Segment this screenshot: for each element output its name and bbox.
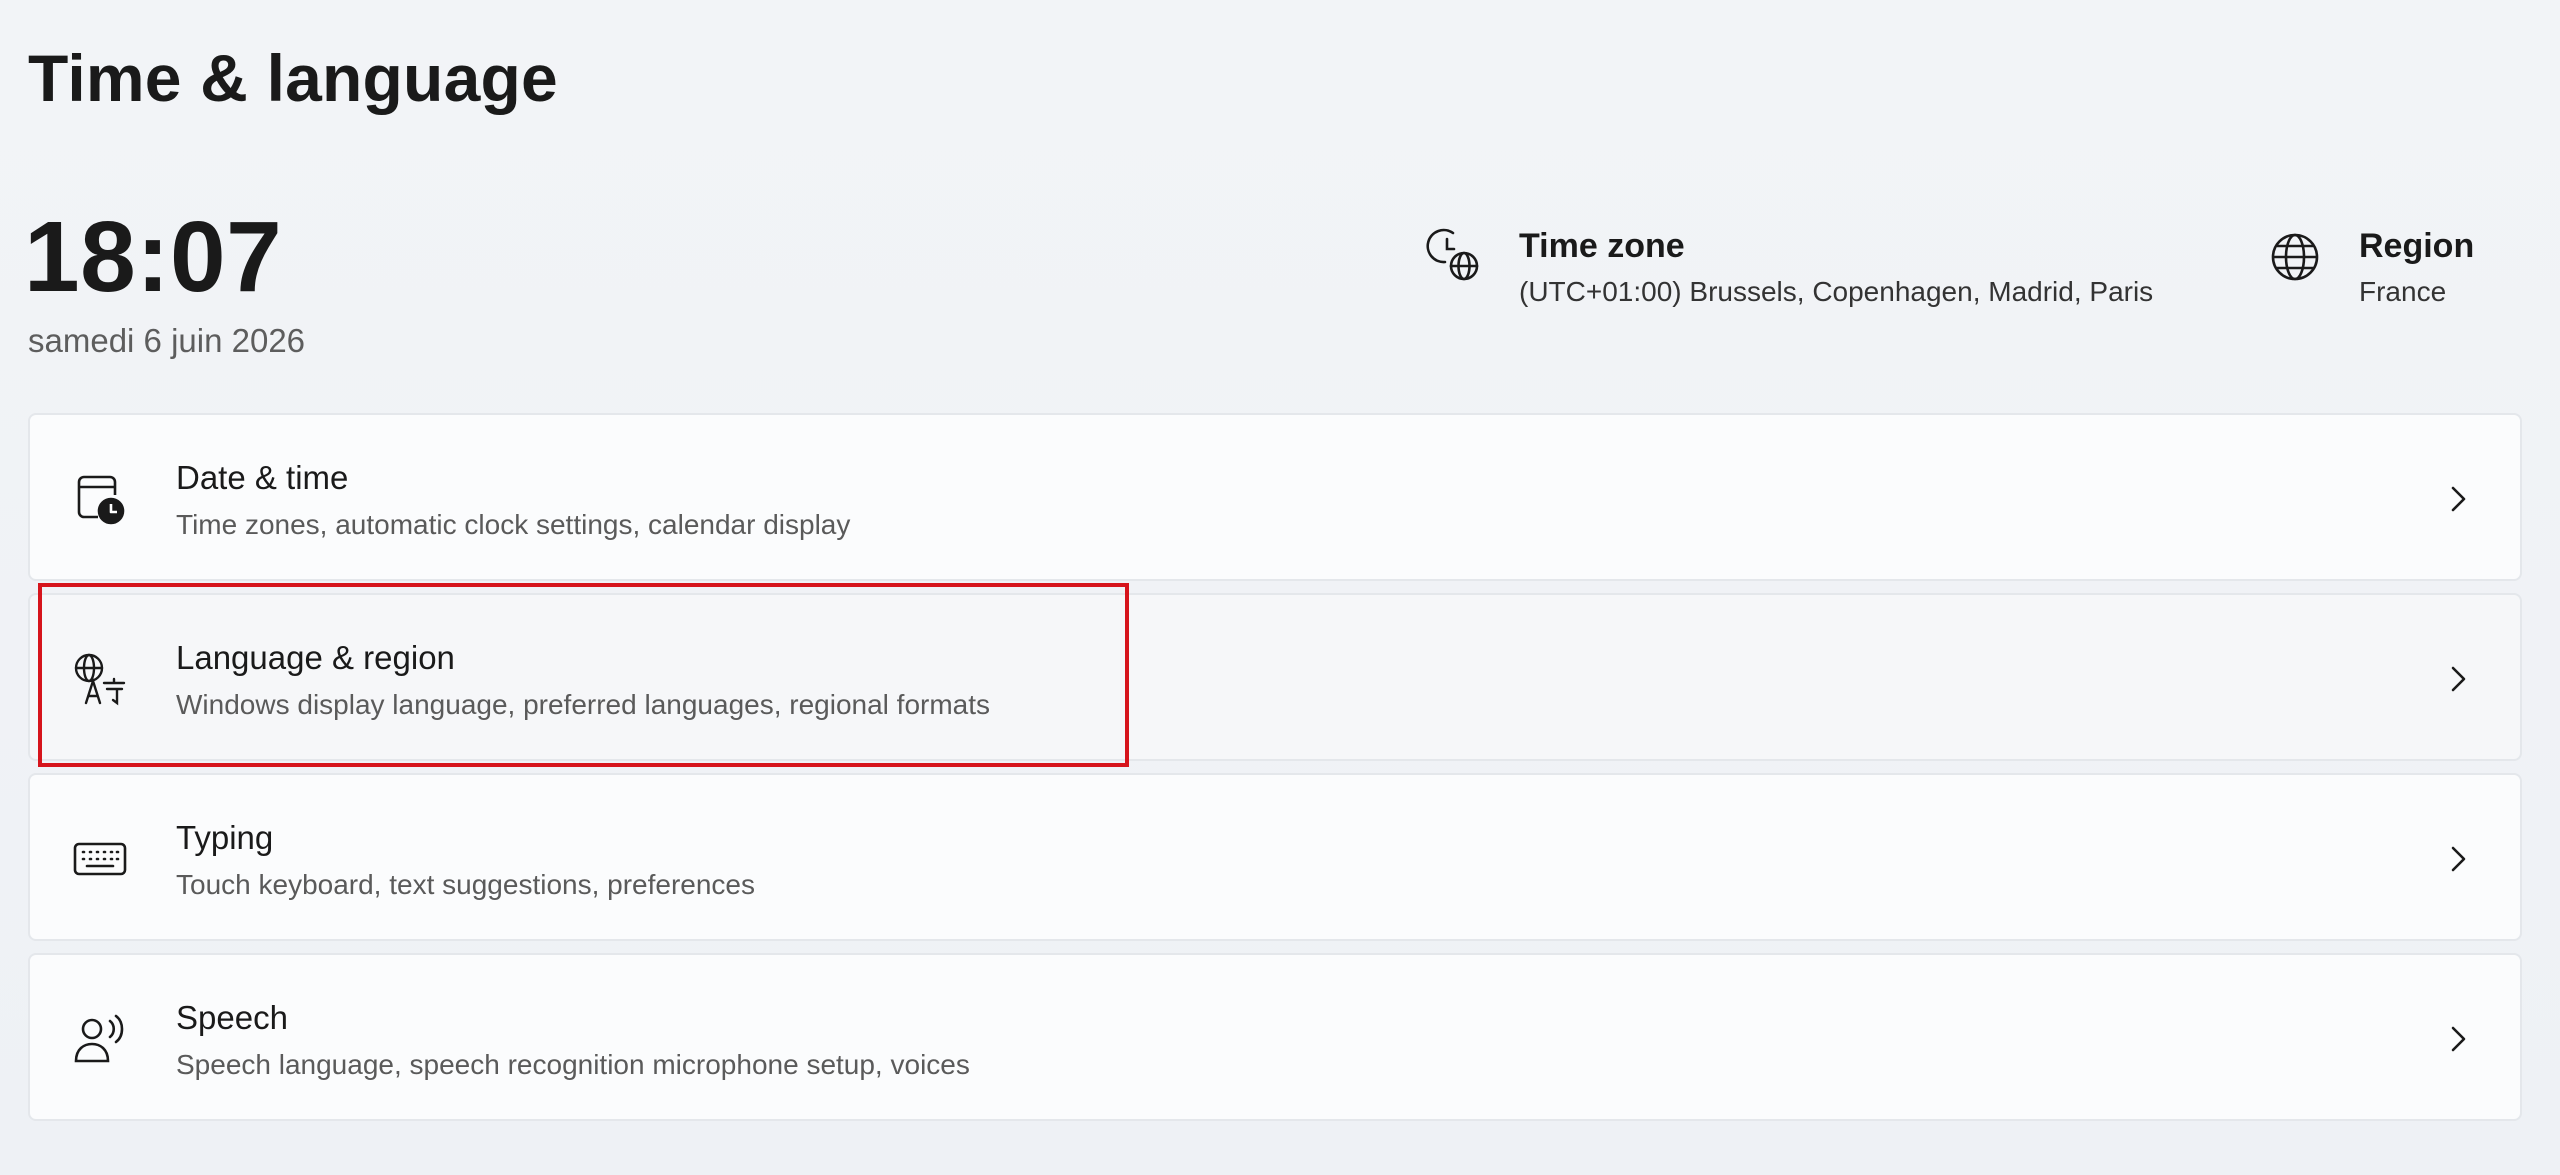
language-region-description: Windows display language, preferred lang… bbox=[176, 689, 991, 720]
keyboard-icon bbox=[73, 842, 127, 876]
region-value: France bbox=[2359, 276, 2447, 307]
page-title: Time & language bbox=[28, 41, 558, 115]
chevron-right-icon bbox=[2451, 846, 2466, 872]
calendar-clock-icon bbox=[77, 475, 125, 525]
settings-list: Date & time Time zones, automatic clock … bbox=[28, 413, 2522, 1133]
clock-time: 18:07 bbox=[24, 201, 283, 313]
language-region-card[interactable]: Language & region Windows display langua… bbox=[28, 593, 2522, 761]
timezone-title: Time zone bbox=[1519, 227, 1685, 265]
typing-description: Touch keyboard, text suggestions, prefer… bbox=[176, 869, 756, 900]
typing-card[interactable]: Typing Touch keyboard, text suggestions,… bbox=[28, 773, 2522, 941]
speech-card[interactable]: Speech Speech language, speech recogniti… bbox=[28, 953, 2522, 1121]
timezone-info: Time zone (UTC+01:00) Brussels, Copenhag… bbox=[1425, 225, 2153, 317]
speech-description: Speech language, speech recognition micr… bbox=[176, 1049, 970, 1080]
language-icon bbox=[74, 653, 126, 706]
speech-icon bbox=[74, 1014, 124, 1063]
region-info: Region France bbox=[2265, 225, 2474, 317]
speech-title: Speech bbox=[176, 999, 288, 1036]
chevron-right-icon bbox=[2451, 486, 2466, 512]
clock-globe-icon bbox=[1426, 228, 1479, 281]
date-time-card[interactable]: Date & time Time zones, automatic clock … bbox=[28, 413, 2522, 581]
date-time-title: Date & time bbox=[176, 459, 349, 496]
language-region-title: Language & region bbox=[176, 639, 455, 676]
timezone-value: (UTC+01:00) Brussels, Copenhagen, Madrid… bbox=[1519, 276, 2154, 307]
typing-title: Typing bbox=[176, 819, 274, 856]
chevron-right-icon bbox=[2451, 666, 2466, 692]
globe-icon bbox=[2271, 233, 2319, 281]
chevron-right-icon bbox=[2451, 1026, 2466, 1052]
date-time-description: Time zones, automatic clock settings, ca… bbox=[176, 509, 851, 540]
clock-date: samedi 6 juin 2026 bbox=[28, 322, 306, 359]
region-title: Region bbox=[2359, 227, 2475, 265]
